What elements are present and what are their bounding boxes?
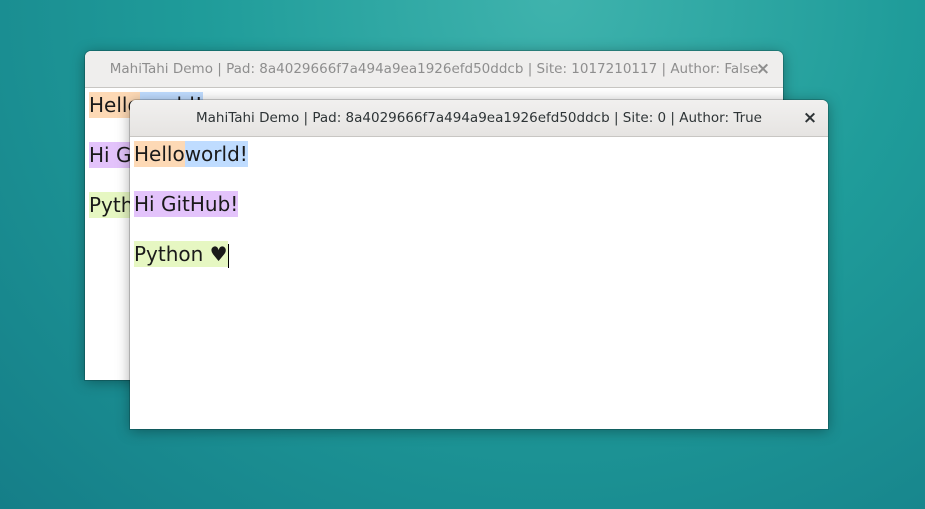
front-window-editor[interactable]: Hello world! Hi GitHub! Python ♥ [130, 137, 828, 429]
front-window[interactable]: MahiTahi Demo | Pad: 8a4029666f7a494a9ea… [130, 100, 828, 429]
front-window-titlebar[interactable]: MahiTahi Demo | Pad: 8a4029666f7a494a9ea… [130, 100, 828, 137]
text-caret [227, 243, 229, 268]
editor-line: Hello world! [134, 141, 248, 167]
back-window-titlebar[interactable]: MahiTahi Demo | Pad: 8a4029666f7a494a9ea… [85, 51, 783, 88]
text-span-author-green: Python ♥ [134, 241, 228, 267]
text-span-author-blue: world! [184, 141, 248, 167]
close-icon: × [802, 108, 818, 128]
back-window-close-button[interactable]: × [749, 51, 777, 87]
text-span-author-purple: Hi GitHub! [134, 191, 239, 217]
back-window-title: MahiTahi Demo | Pad: 8a4029666f7a494a9ea… [109, 61, 759, 77]
editor-line: Hi GitHub! [134, 191, 239, 217]
front-window-close-button[interactable]: × [796, 100, 824, 136]
front-window-title: MahiTahi Demo | Pad: 8a4029666f7a494a9ea… [195, 110, 762, 126]
desktop: { "colors": { "desktop_start": "#3fb3ad"… [0, 0, 925, 509]
close-icon: × [755, 59, 771, 79]
editor-line: Python ♥ [134, 241, 229, 268]
text-span-author-orange: Hello [134, 141, 185, 167]
